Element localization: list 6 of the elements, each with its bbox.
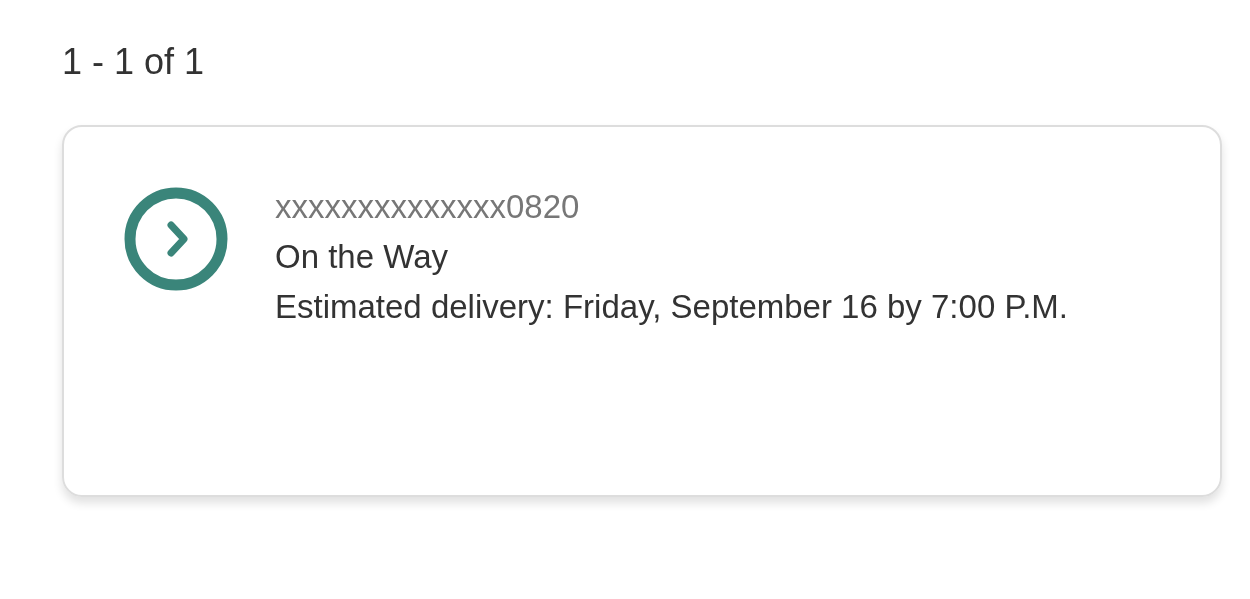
delivery-estimate: Estimated delivery: Friday, September 16 by 7:00 P.M. xyxy=(275,287,1069,327)
chevron-circle-icon[interactable] xyxy=(124,187,228,291)
shipment-status: On the Way xyxy=(275,237,449,277)
result-count: 1 - 1 of 1 xyxy=(62,40,206,84)
shipment-card[interactable]: xxxxxxxxxxxxxx0820 On the Way Estimated delivery: Friday, September 16 by 7:00 P.M. xyxy=(62,125,1222,497)
tracking-number: xxxxxxxxxxxxxx0820 xyxy=(275,187,581,227)
